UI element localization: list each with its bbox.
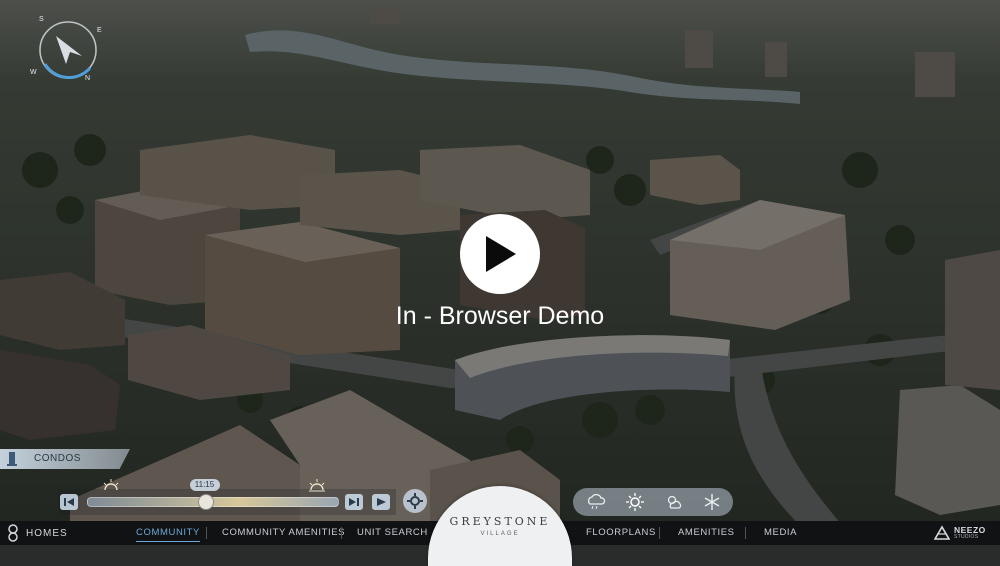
skip-forward-icon	[349, 498, 359, 506]
time-readout: 11:15	[189, 479, 220, 491]
compass-icon[interactable]: N S W E	[30, 12, 106, 88]
nav-unit-search[interactable]: UNIT SEARCH	[357, 521, 428, 545]
logo-icon	[8, 524, 18, 542]
nav-separator	[341, 527, 342, 539]
skip-back-icon	[64, 498, 74, 506]
demo-label[interactable]: In - Browser Demo	[300, 302, 700, 331]
nav-community[interactable]: COMMUNITY	[136, 521, 200, 545]
location-tag[interactable]: CONDOS	[0, 449, 130, 469]
gear-icon	[407, 493, 423, 509]
nav-floorplans[interactable]: FLOORPLANS	[586, 521, 656, 545]
play-demo-button[interactable]	[460, 214, 540, 294]
compass-e: E	[97, 27, 102, 34]
timeline-start-button[interactable]	[60, 494, 78, 510]
weather-rain-button[interactable]	[585, 491, 607, 513]
studio-sub: STUDIOS	[954, 534, 979, 540]
nav-media[interactable]: MEDIA	[764, 521, 797, 545]
sun-icon	[626, 493, 644, 511]
weather-sun-button[interactable]	[624, 491, 646, 513]
settings-button[interactable]	[403, 489, 427, 513]
nav-community-amenities[interactable]: COMMUNITY AMENITIES	[222, 521, 345, 545]
weather-snow-button[interactable]	[701, 491, 723, 513]
sunrise-icon	[103, 479, 119, 491]
homes-brand[interactable]: HOMES	[6, 521, 68, 545]
time-slider-handle[interactable]	[197, 494, 214, 510]
play-icon	[486, 236, 516, 272]
cloud-rain-icon	[587, 493, 606, 510]
compass-n: N	[85, 75, 90, 82]
weather-cloudy-button[interactable]	[663, 491, 685, 513]
nav-separator	[745, 527, 746, 539]
sunset-icon	[309, 479, 325, 492]
studio-brand: NEEZO STUDIOS	[934, 523, 994, 543]
cloudy-sun-icon	[667, 495, 682, 509]
nav-separator	[659, 527, 660, 539]
project-title: GREYSTONE	[449, 515, 551, 528]
homes-brand-label: HOMES	[26, 527, 68, 539]
nav-separator	[206, 527, 207, 539]
weather-selector	[573, 488, 733, 516]
play-small-icon	[376, 498, 386, 506]
building-icon	[7, 452, 17, 466]
location-tag-label: CONDOS	[34, 453, 81, 464]
compass-s: S	[39, 16, 44, 23]
nav-amenities[interactable]: AMENITIES	[678, 521, 735, 545]
timeline-end-button[interactable]	[345, 494, 363, 510]
timeline-play-button[interactable]	[372, 494, 390, 510]
project-subtitle: VILLAGE	[480, 531, 520, 537]
studio-logo-icon	[934, 525, 950, 540]
snowflake-icon	[704, 494, 720, 510]
compass-w: W	[30, 69, 37, 76]
